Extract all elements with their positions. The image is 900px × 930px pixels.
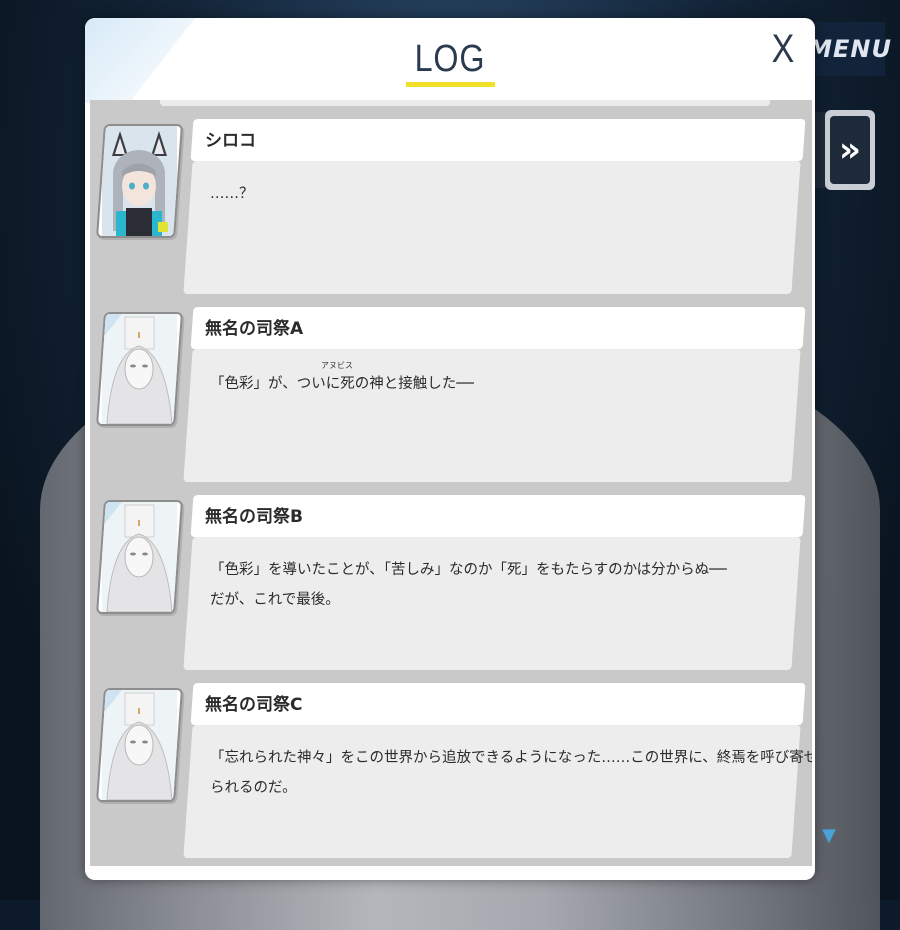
log-title: LOG bbox=[414, 38, 486, 80]
name-bar bbox=[190, 119, 806, 161]
close-button[interactable]: X bbox=[766, 26, 800, 72]
log-list[interactable]: シロコ ……？ 無名の司祭A アヌビス 「色彩」が、ついに死の神と接触した── … bbox=[90, 100, 812, 866]
fast-forward-icon: » bbox=[830, 116, 870, 184]
masked-priest-portrait-icon bbox=[96, 312, 183, 426]
message-line: ……？ bbox=[210, 186, 254, 202]
message-line: だが、これで最後。 bbox=[210, 592, 340, 608]
skip-button[interactable]: » bbox=[825, 110, 875, 190]
message-line: られるのだ。 bbox=[210, 780, 297, 796]
masked-priest-portrait-icon bbox=[96, 688, 183, 802]
menu-button[interactable]: MENU bbox=[808, 22, 891, 76]
speaker-name: 無名の司祭B bbox=[205, 507, 303, 527]
message-line: 「色彩」が、ついに死の神と接触した── bbox=[210, 376, 474, 392]
speaker-name: 無名の司祭C bbox=[205, 695, 303, 715]
log-panel: LOG X シロコ ……？ 無名の司祭A アヌビス 「色彩」が、ついに死の神と接… bbox=[85, 18, 815, 880]
masked-priest-portrait-icon bbox=[96, 500, 183, 614]
message-box bbox=[183, 161, 801, 294]
shiroko-portrait-icon bbox=[96, 124, 183, 238]
scroll-down-arrow-icon: ▼ bbox=[822, 825, 836, 846]
previous-entry-edge bbox=[160, 100, 770, 106]
message-line: 「忘れられた神々」をこの世界から追放できるようになった……この世界に、終焉を呼び… bbox=[210, 750, 812, 766]
speaker-name: シロコ bbox=[205, 131, 256, 151]
title-underline bbox=[406, 82, 495, 87]
speaker-name: 無名の司祭A bbox=[205, 319, 304, 339]
message-line: 「色彩」を導いたことが、「苦しみ」なのか「死」をもたらすのかは分からぬ── bbox=[210, 562, 727, 578]
